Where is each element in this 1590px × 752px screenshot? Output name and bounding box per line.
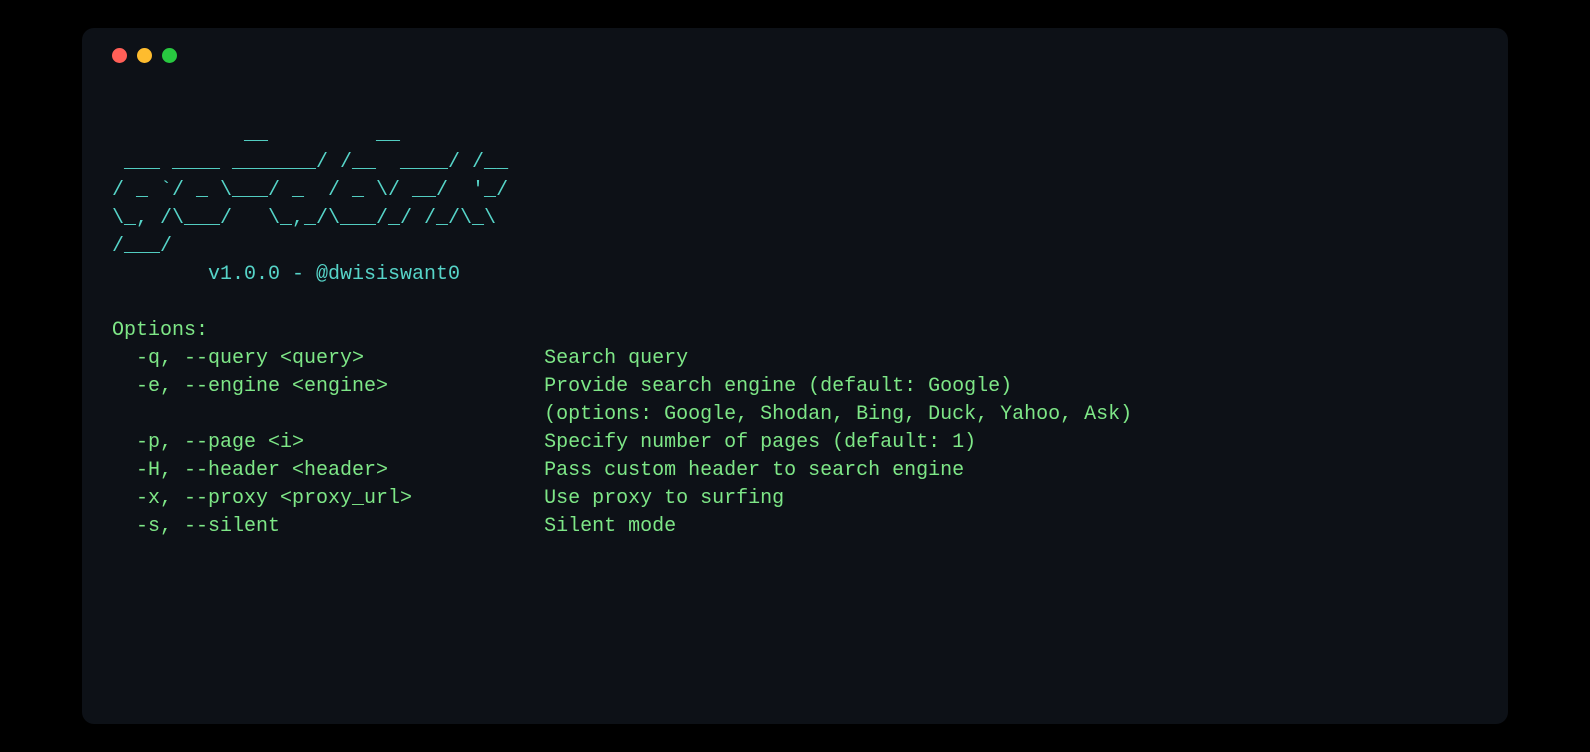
terminal-output: __ __ ___ ____ _______/ /__ ____/ /__ / …: [112, 93, 1478, 541]
options-block: Options: -q, --query <query> Search quer…: [112, 319, 1132, 538]
terminal-window: __ __ ___ ____ _______/ /__ ____/ /__ / …: [82, 28, 1508, 724]
maximize-icon[interactable]: [162, 48, 177, 63]
close-icon[interactable]: [112, 48, 127, 63]
version-line: v1.0.0 - @dwisiswant0: [112, 263, 460, 286]
options-list: -q, --query <query> Search query -e, --e…: [112, 347, 1132, 538]
window-titlebar: [112, 48, 1478, 63]
minimize-icon[interactable]: [137, 48, 152, 63]
options-header: Options:: [112, 319, 208, 342]
ascii-logo: __ __ ___ ____ _______/ /__ ____/ /__ / …: [112, 123, 508, 258]
